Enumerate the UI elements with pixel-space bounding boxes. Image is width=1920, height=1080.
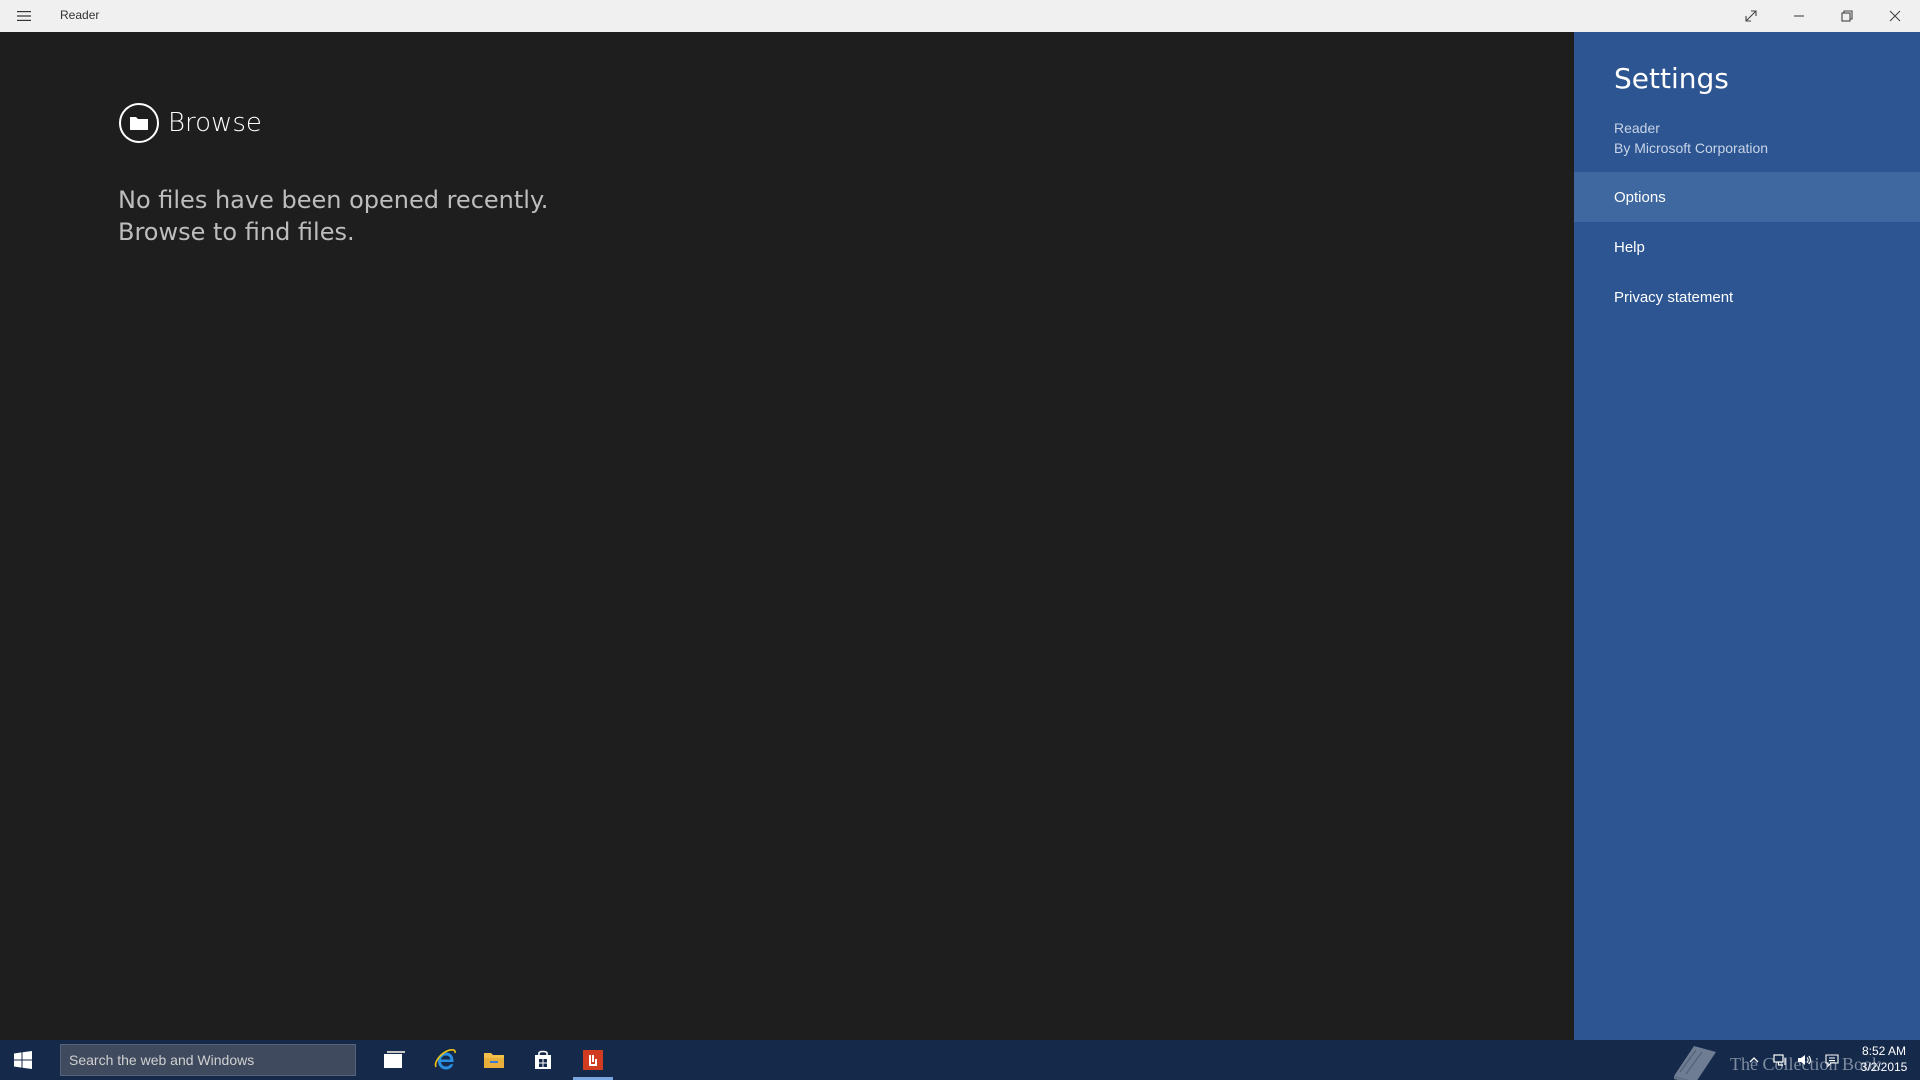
empty-state-message: No files have been opened recently. Brow… xyxy=(118,184,548,248)
chevron-up-icon xyxy=(1749,1057,1759,1063)
full-screen-button[interactable] xyxy=(1728,0,1774,32)
settings-app-name: Reader xyxy=(1614,120,1660,136)
settings-item-label: Options xyxy=(1614,188,1666,206)
settings-item-options[interactable]: Options xyxy=(1574,172,1920,222)
windows-logo-icon xyxy=(14,1051,32,1069)
hamburger-menu-button[interactable] xyxy=(8,4,40,28)
reader-icon xyxy=(583,1050,603,1070)
settings-item-label: Help xyxy=(1614,238,1645,256)
settings-app-info: Reader By Microsoft Corporation xyxy=(1614,118,1768,158)
action-center-button[interactable] xyxy=(1822,1050,1842,1070)
expand-diagonal-icon xyxy=(1745,10,1757,22)
taskbar-file-explorer[interactable] xyxy=(470,1040,518,1080)
taskbar-internet-explorer[interactable] xyxy=(421,1040,469,1080)
taskbar: The Collection Book 8:52 AM 3/2/2015 xyxy=(0,1040,1920,1080)
empty-state-line-1: No files have been opened recently. xyxy=(118,186,549,214)
taskbar-store[interactable] xyxy=(519,1040,567,1080)
title-bar: Reader xyxy=(0,0,1920,32)
internet-explorer-icon xyxy=(434,1049,456,1070)
start-button[interactable] xyxy=(0,1040,46,1080)
settings-item-help[interactable]: Help xyxy=(1574,222,1920,272)
settings-pane: Settings Reader By Microsoft Corporation… xyxy=(1574,32,1920,1040)
browse-button[interactable]: Browse xyxy=(118,102,262,144)
taskbar-clock[interactable]: 8:52 AM 3/2/2015 xyxy=(1856,1043,1912,1075)
settings-publisher: By Microsoft Corporation xyxy=(1614,140,1769,156)
taskbar-reader[interactable] xyxy=(569,1040,617,1080)
file-explorer-icon xyxy=(484,1053,504,1068)
volume-button[interactable] xyxy=(1794,1050,1814,1070)
task-view-icon xyxy=(384,1051,405,1068)
message-icon xyxy=(1825,1054,1839,1068)
network-button[interactable] xyxy=(1770,1050,1790,1070)
taskbar-task-view[interactable] xyxy=(370,1040,418,1080)
restore-button[interactable] xyxy=(1824,0,1870,32)
browse-label: Browse xyxy=(168,108,262,138)
settings-item-privacy-statement[interactable]: Privacy statement xyxy=(1574,272,1920,322)
settings-title: Settings xyxy=(1614,62,1729,95)
search-box[interactable] xyxy=(60,1044,356,1076)
clock-date: 3/2/2015 xyxy=(1860,1060,1908,1074)
hamburger-icon xyxy=(17,11,31,21)
close-icon xyxy=(1889,10,1901,22)
empty-state-line-2: Browse to find files. xyxy=(118,218,355,246)
app-title: Reader xyxy=(60,8,100,22)
settings-item-label: Privacy statement xyxy=(1614,288,1734,306)
clock-time: 8:52 AM xyxy=(1861,1044,1907,1058)
show-hidden-icons-button[interactable] xyxy=(1744,1050,1764,1070)
minimize-button[interactable] xyxy=(1776,0,1822,32)
search-input[interactable] xyxy=(61,1045,355,1075)
close-button[interactable] xyxy=(1872,0,1918,32)
minimize-icon xyxy=(1794,15,1804,17)
folder-circle-icon xyxy=(119,103,159,143)
network-icon xyxy=(1773,1054,1786,1066)
restore-icon xyxy=(1841,10,1853,22)
main-content: Browse No files have been opened recentl… xyxy=(0,32,1574,1040)
book-icon xyxy=(1674,1046,1716,1080)
volume-icon xyxy=(1798,1055,1811,1065)
store-icon xyxy=(535,1050,551,1069)
